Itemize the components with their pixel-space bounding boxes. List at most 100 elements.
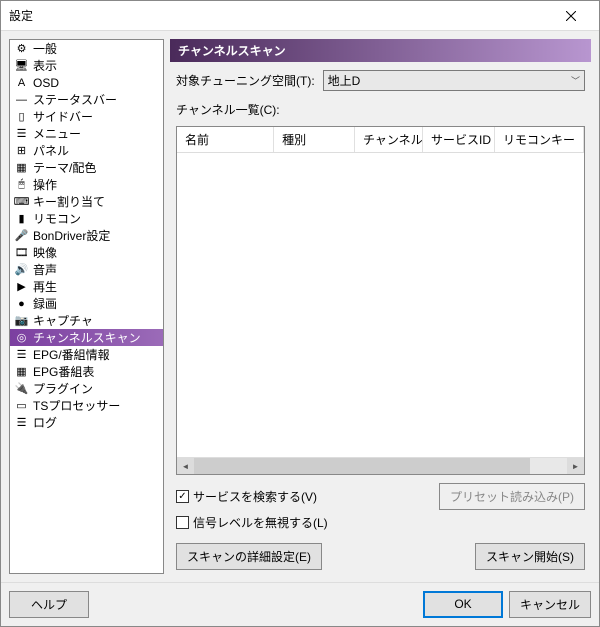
sidebar-item-icon: ◎: [14, 330, 29, 345]
sidebar-item-icon: ☰: [14, 347, 29, 362]
sidebar-item-label: EPG番組表: [33, 363, 94, 380]
sidebar-item-label: 映像: [33, 244, 57, 261]
sidebar-item-icon: 🖥: [14, 58, 29, 73]
scroll-right-icon[interactable]: ►: [567, 458, 584, 475]
body: ⚙一般🖥表示AOSD—ステータスバー▯サイドバー☰メニュー⊞パネル▦テーマ/配色…: [1, 31, 599, 582]
col-header-name[interactable]: 名前: [177, 127, 274, 152]
col-header-type[interactable]: 種別: [274, 127, 355, 152]
sidebar-item-9[interactable]: ⌨ キー割り当て: [10, 193, 163, 210]
sidebar-item-3[interactable]: —ステータスバー: [10, 91, 163, 108]
scan-detail-button[interactable]: スキャンの詳細設定(E): [176, 543, 322, 570]
chevron-down-icon: ﹀: [571, 74, 580, 87]
sidebar-item-15[interactable]: ● 録画: [10, 295, 163, 312]
sidebar-item-icon: ▦: [14, 364, 29, 379]
sidebar-item-icon: 🔌: [14, 381, 29, 396]
help-button[interactable]: ヘルプ: [9, 591, 89, 618]
ignore-signal-checkbox[interactable]: [176, 516, 189, 529]
sidebar-item-label: 表示: [33, 57, 57, 74]
channel-list-label: チャンネル一覧(C):: [176, 101, 280, 118]
sidebar-item-icon: A: [14, 75, 29, 90]
tuning-space-select[interactable]: 地上D ﹀: [323, 70, 585, 91]
sidebar-item-label: チャンネルスキャン: [33, 329, 141, 346]
close-button[interactable]: [551, 2, 591, 30]
sidebar: ⚙一般🖥表示AOSD—ステータスバー▯サイドバー☰メニュー⊞パネル▦テーマ/配色…: [9, 39, 164, 574]
sidebar-item-label: 再生: [33, 278, 57, 295]
col-header-channel[interactable]: チャンネル: [355, 127, 423, 152]
col-header-service-id[interactable]: サービスID: [423, 127, 495, 152]
sidebar-item-19[interactable]: ▦ EPG番組表: [10, 363, 163, 380]
sidebar-item-icon: 🎤: [14, 228, 29, 243]
sidebar-item-21[interactable]: ▭ TSプロセッサー: [10, 397, 163, 414]
sidebar-item-13[interactable]: 🔊 音声: [10, 261, 163, 278]
sidebar-item-17[interactable]: ◎ チャンネルスキャン: [10, 329, 163, 346]
sidebar-item-5[interactable]: ☰ メニュー: [10, 125, 163, 142]
sidebar-item-label: キー割り当て: [33, 193, 105, 210]
sidebar-item-1[interactable]: 🖥 表示: [10, 57, 163, 74]
channel-listview[interactable]: 名前 種別 チャンネル サービスID リモコンキー ◄ ►: [176, 126, 585, 475]
sidebar-item-icon: ▮: [14, 211, 29, 226]
ignore-signal-checkbox-row[interactable]: 信号レベルを無視する(L): [176, 514, 585, 531]
ok-button[interactable]: OK: [423, 591, 503, 618]
sidebar-item-icon: ⌨: [14, 194, 29, 209]
listview-header: 名前 種別 チャンネル サービスID リモコンキー: [177, 127, 584, 153]
footer: ヘルプ OK キャンセル: [1, 582, 599, 626]
col-header-remote-key[interactable]: リモコンキー: [495, 127, 584, 152]
horizontal-scrollbar[interactable]: ◄ ►: [177, 457, 584, 474]
scroll-track[interactable]: [194, 458, 567, 474]
preset-load-button[interactable]: プリセット読み込み(P): [439, 483, 585, 510]
cancel-button[interactable]: キャンセル: [509, 591, 591, 618]
sidebar-item-label: EPG/番組情報: [33, 346, 110, 363]
sidebar-item-2[interactable]: A OSD: [10, 74, 163, 91]
scroll-thumb[interactable]: [194, 458, 530, 474]
sidebar-item-label: BonDriver設定: [33, 227, 110, 244]
sidebar-item-label: OSD: [33, 76, 59, 90]
sidebar-item-4[interactable]: ▯サイドバー: [10, 108, 163, 125]
sidebar-item-16[interactable]: 📷 キャプチャ: [10, 312, 163, 329]
sidebar-item-10[interactable]: ▮ リモコン: [10, 210, 163, 227]
sidebar-item-label: サイドバー: [33, 108, 93, 125]
sidebar-item-20[interactable]: 🔌 プラグイン: [10, 380, 163, 397]
titlebar: 設定: [1, 1, 599, 31]
channel-list-label-row: チャンネル一覧(C):: [170, 99, 591, 120]
sidebar-item-label: ログ: [33, 414, 57, 431]
tuning-space-row: 対象チューニング空間(T): 地上D ﹀: [170, 68, 591, 93]
sidebar-item-icon: ●: [14, 296, 29, 311]
sidebar-item-14[interactable]: ▶再生: [10, 278, 163, 295]
sidebar-item-icon: 🎞: [14, 245, 29, 260]
sidebar-item-icon: ☰: [14, 126, 29, 141]
sidebar-item-icon: 🔊: [14, 262, 29, 277]
sidebar-item-icon: ⊞: [14, 143, 29, 158]
sidebar-item-icon: 📷: [14, 313, 29, 328]
search-service-checkbox[interactable]: ✓: [176, 490, 189, 503]
footer-left: ヘルプ: [9, 591, 89, 618]
sidebar-item-label: リモコン: [33, 210, 81, 227]
sidebar-item-icon: ▭: [14, 398, 29, 413]
close-icon: [566, 11, 576, 21]
scan-start-button[interactable]: スキャン開始(S): [475, 543, 585, 570]
sidebar-item-6[interactable]: ⊞ パネル: [10, 142, 163, 159]
scan-button-row: スキャンの詳細設定(E) スキャン開始(S): [170, 539, 591, 574]
sidebar-item-label: 録画: [33, 295, 57, 312]
sidebar-item-22[interactable]: ☰ ログ: [10, 414, 163, 431]
scroll-left-icon[interactable]: ◄: [177, 458, 194, 475]
sidebar-item-label: 音声: [33, 261, 57, 278]
sidebar-item-0[interactable]: ⚙一般: [10, 40, 163, 57]
sidebar-item-label: パネル: [33, 142, 69, 159]
sidebar-item-icon: —: [14, 92, 29, 107]
sidebar-item-7[interactable]: ▦テーマ/配色: [10, 159, 163, 176]
sidebar-item-label: プラグイン: [33, 380, 93, 397]
sidebar-item-8[interactable]: 🖱 操作: [10, 176, 163, 193]
search-service-checkbox-row[interactable]: ✓ サービスを検索する(V): [176, 488, 317, 505]
sidebar-item-label: テーマ/配色: [33, 159, 96, 176]
sidebar-item-12[interactable]: 🎞 映像: [10, 244, 163, 261]
window-title: 設定: [9, 7, 551, 24]
sidebar-item-label: キャプチャ: [33, 312, 93, 329]
footer-right: OK キャンセル: [423, 591, 591, 618]
sidebar-item-label: 操作: [33, 176, 57, 193]
sidebar-item-label: メニュー: [33, 125, 81, 142]
sidebar-item-label: TSプロセッサー: [33, 397, 120, 414]
sidebar-item-icon: ☰: [14, 415, 29, 430]
sidebar-item-icon: 🖱: [14, 177, 29, 192]
sidebar-item-11[interactable]: 🎤 BonDriver設定: [10, 227, 163, 244]
sidebar-item-18[interactable]: ☰ EPG/番組情報: [10, 346, 163, 363]
